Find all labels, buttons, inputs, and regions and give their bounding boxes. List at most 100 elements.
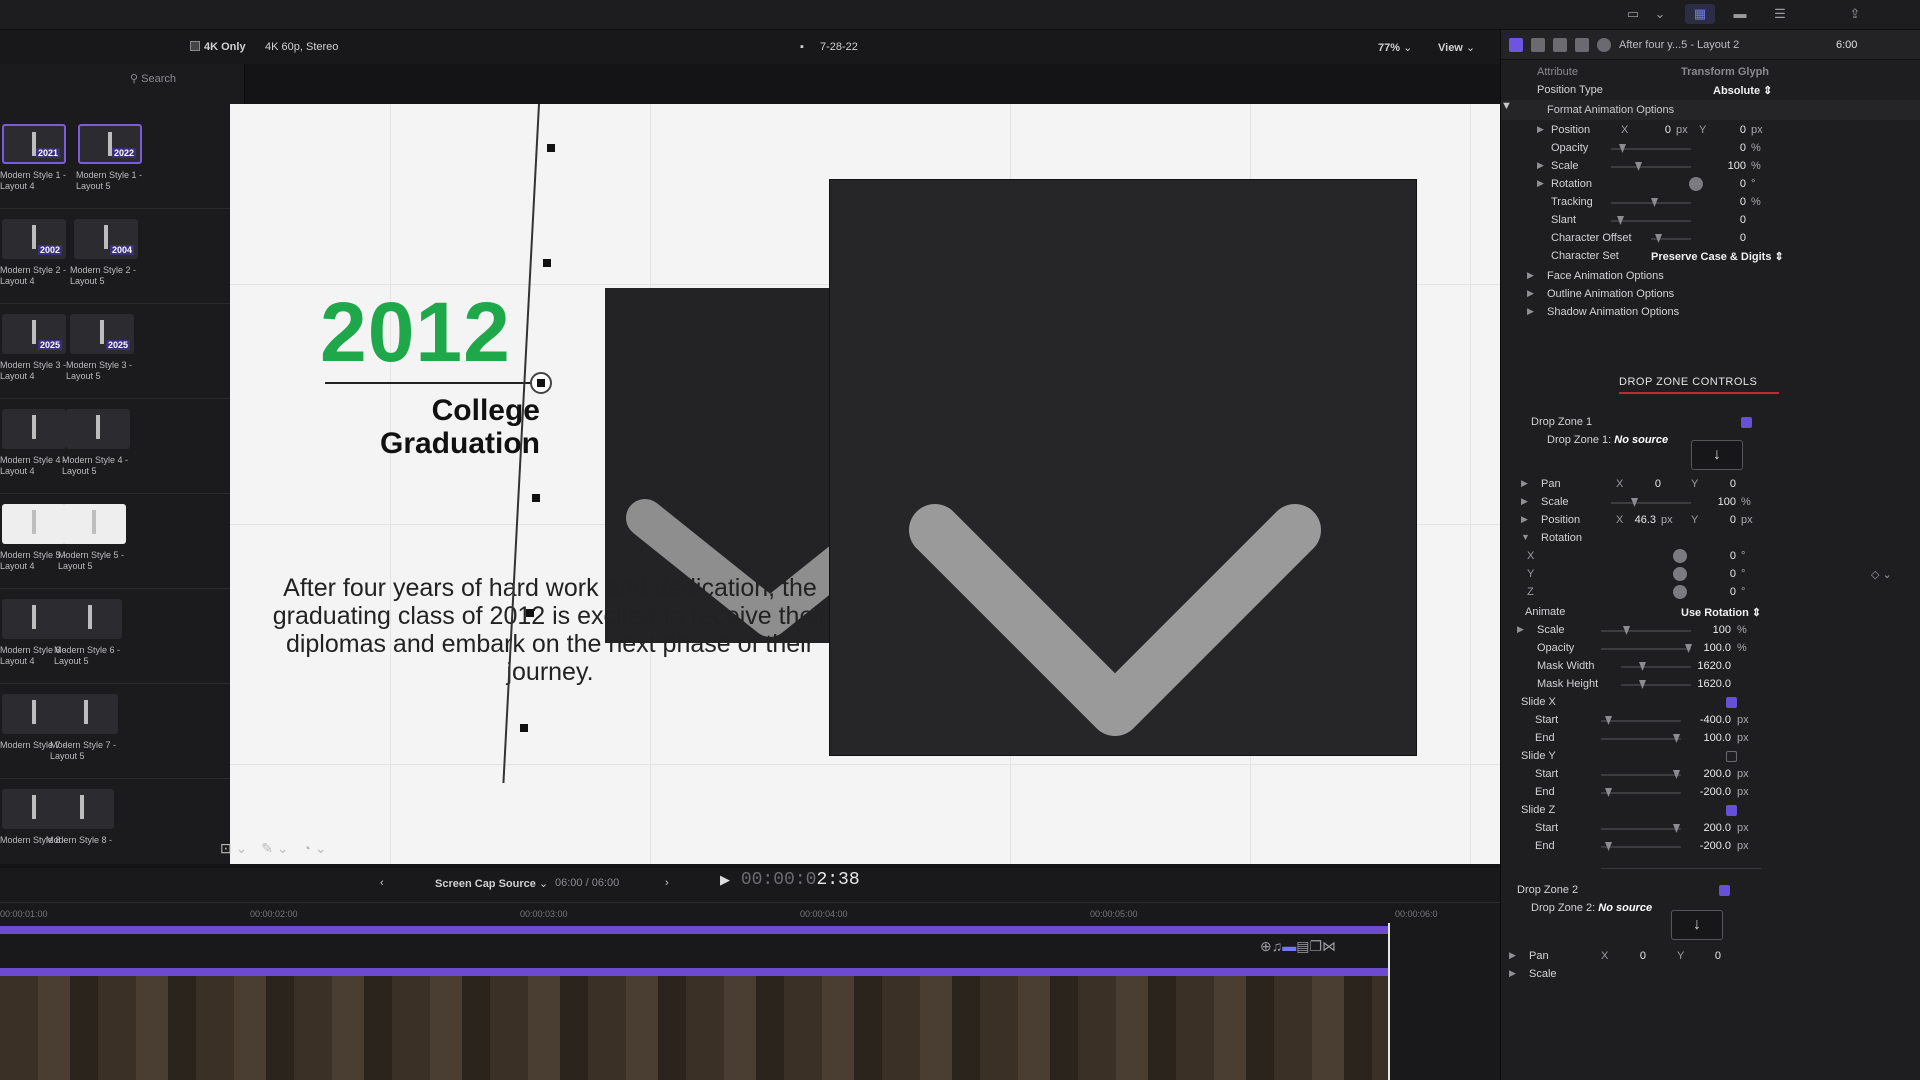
drop-zone-2-checkbox[interactable] <box>1719 885 1730 896</box>
transform-handle[interactable] <box>526 609 534 617</box>
subtitle-text[interactable]: College Graduation <box>340 394 540 460</box>
slide-x-checkbox[interactable] <box>1726 697 1737 708</box>
source-popup[interactable]: Screen Cap Source ⌄ <box>435 877 548 890</box>
slide-x-end-slider[interactable] <box>1601 734 1681 743</box>
timeline-ruler[interactable]: 00:00:01:00 00:00:02:00 00:00:03:00 00:0… <box>0 902 1500 928</box>
slide-x-end-field[interactable]: 100.0 <box>1671 732 1731 744</box>
body-text[interactable]: After four years of hard work and dedica… <box>270 574 830 686</box>
disclosure-icon[interactable]: ▶ <box>1527 306 1534 317</box>
disclosure-icon[interactable]: ▶ <box>1521 478 1528 489</box>
thumbnail[interactable]: 2004 <box>74 219 138 259</box>
slide-y-end-field[interactable]: -200.0 <box>1671 786 1731 798</box>
character-offset-field[interactable]: 0 <box>1686 232 1746 244</box>
dz2-pan-y-field[interactable]: 0 <box>1661 950 1721 962</box>
dz1-rotation-z-field[interactable]: 0 <box>1676 586 1736 598</box>
rotation-field[interactable]: 0 <box>1686 178 1746 190</box>
slide-z-end-field[interactable]: -200.0 <box>1671 840 1731 852</box>
scale-field[interactable]: 100 <box>1686 160 1746 172</box>
view-menu[interactable]: View ⌄ <box>1438 41 1475 54</box>
magic-wand-icon[interactable]: ✎ ⌄ <box>261 840 288 856</box>
anim-opacity-field[interactable]: 100.0 <box>1671 642 1731 654</box>
display-icon[interactable]: ▭ <box>1615 4 1651 24</box>
slide-z-start-slider[interactable] <box>1601 824 1681 833</box>
thumbnail[interactable] <box>50 789 114 829</box>
thumbnail[interactable]: 2002 <box>2 219 66 259</box>
thumbnail[interactable] <box>2 409 66 449</box>
slide-y-start-field[interactable]: 200.0 <box>1671 768 1731 780</box>
attribute-popup[interactable]: Transform Glyph <box>1681 66 1769 78</box>
animate-popup[interactable]: Use Rotation ⇕ <box>1681 606 1761 619</box>
slide-x-start-slider[interactable] <box>1601 716 1681 725</box>
disclosure-icon[interactable]: ▶ <box>1537 178 1544 189</box>
disclosure-icon[interactable]: ▶ <box>1527 288 1534 299</box>
transform-handle[interactable] <box>543 259 551 267</box>
anim-scale-field[interactable]: 100 <box>1671 624 1731 636</box>
anchor-point[interactable] <box>530 372 552 394</box>
drop-zone-1-well[interactable]: ↓ <box>1691 440 1743 470</box>
text-inspector-icon[interactable] <box>1509 38 1523 52</box>
transform-handle[interactable] <box>520 724 528 732</box>
checkbox-icon[interactable] <box>190 41 200 51</box>
thumbnail[interactable]: 2025 <box>70 314 134 354</box>
disclosure-icon[interactable]: ▶ <box>1527 270 1534 281</box>
dz1-rotation-y-field[interactable]: 0 <box>1676 568 1736 580</box>
disclosure-icon[interactable]: ▶ <box>1517 624 1524 635</box>
snapping-icon[interactable]: ▬ <box>1282 938 1296 954</box>
clip-appearance-icon[interactable]: ▤ <box>1296 938 1309 954</box>
drop-zone-2-preview[interactable] <box>830 180 1416 755</box>
year-title[interactable]: 2012 <box>320 284 511 381</box>
dz1-rotation-x-field[interactable]: 0 <box>1676 550 1736 562</box>
slide-y-start-slider[interactable] <box>1601 770 1681 779</box>
next-icon[interactable]: › <box>665 877 669 889</box>
viewer-canvas[interactable]: 2012 College Graduation After four years… <box>230 103 1500 864</box>
4k-only-toggle[interactable]: 4K Only <box>190 41 246 53</box>
crop-icon[interactable]: ⊡ ⌄ <box>220 840 247 856</box>
disclosure-icon[interactable]: ▶ <box>1537 160 1544 171</box>
thumbnail[interactable] <box>2 504 66 544</box>
dz1-pan-x-field[interactable]: 0 <box>1601 478 1661 490</box>
character-offset-slider[interactable] <box>1651 234 1691 243</box>
dz1-position-y-field[interactable]: 0 <box>1676 514 1736 526</box>
transform-handle[interactable] <box>532 494 540 502</box>
chevron-down-icon[interactable]: ⌄ <box>1652 4 1668 24</box>
thumbnail[interactable]: 2022 <box>78 124 142 164</box>
face-section-row[interactable]: ▶ Face Animation Options <box>1501 268 1920 286</box>
disclosure-open-icon[interactable]: ▼ <box>1501 100 1512 112</box>
play-icon[interactable]: ▶ <box>720 873 730 888</box>
thumbnail[interactable] <box>2 599 66 639</box>
drop-zone-1-checkbox[interactable] <box>1741 417 1752 428</box>
outline-section-row[interactable]: ▶ Outline Animation Options <box>1501 286 1920 304</box>
timecode-display[interactable]: ▶ 00:00:02:38 <box>720 870 860 890</box>
inspector-toggle-icon[interactable]: ☰ <box>1765 4 1795 24</box>
title-clip[interactable] <box>0 926 1390 934</box>
video-clip-filmstrip[interactable] <box>0 968 1390 1080</box>
position-x-field[interactable]: 0 <box>1611 124 1671 136</box>
timeline-toggle-icon[interactable]: ▬ <box>1725 4 1755 24</box>
previous-icon[interactable]: ‹ <box>380 877 384 889</box>
tracking-slider[interactable] <box>1611 198 1691 207</box>
position-type-popup[interactable]: Absolute ⇕ <box>1713 84 1772 97</box>
thumbnail[interactable]: 2025 <box>2 314 66 354</box>
slide-y-end-slider[interactable] <box>1601 788 1681 797</box>
character-set-popup[interactable]: Preserve Case & Digits ⇕ <box>1651 250 1784 263</box>
drop-zone-2-well[interactable]: ↓ <box>1671 910 1723 940</box>
disclosure-icon[interactable]: ▶ <box>1537 124 1544 135</box>
playhead[interactable] <box>1388 923 1390 1080</box>
transform-handle[interactable] <box>547 144 555 152</box>
thumbnail[interactable] <box>66 409 130 449</box>
video-inspector-icon[interactable] <box>1531 38 1545 52</box>
disclosure-icon[interactable]: ▶ <box>1521 514 1528 525</box>
browser-toggle-icon[interactable]: ▦ <box>1685 4 1715 24</box>
thumbnail[interactable] <box>58 599 122 639</box>
disclosure-icon[interactable]: ▶ <box>1509 968 1516 979</box>
slide-x-start-field[interactable]: -400.0 <box>1671 714 1731 726</box>
slant-field[interactable]: 0 <box>1686 214 1746 226</box>
filter-inspector-icon[interactable] <box>1575 38 1589 52</box>
slant-slider[interactable] <box>1611 216 1691 225</box>
format-section-header[interactable]: ▼ Format Animation Options <box>1501 100 1920 120</box>
film-inspector-icon[interactable] <box>1553 38 1567 52</box>
tracking-field[interactable]: 0 <box>1686 196 1746 208</box>
slide-z-end-slider[interactable] <box>1601 842 1681 851</box>
info-icon[interactable] <box>1597 38 1611 52</box>
dz2-pan-x-field[interactable]: 0 <box>1586 950 1646 962</box>
